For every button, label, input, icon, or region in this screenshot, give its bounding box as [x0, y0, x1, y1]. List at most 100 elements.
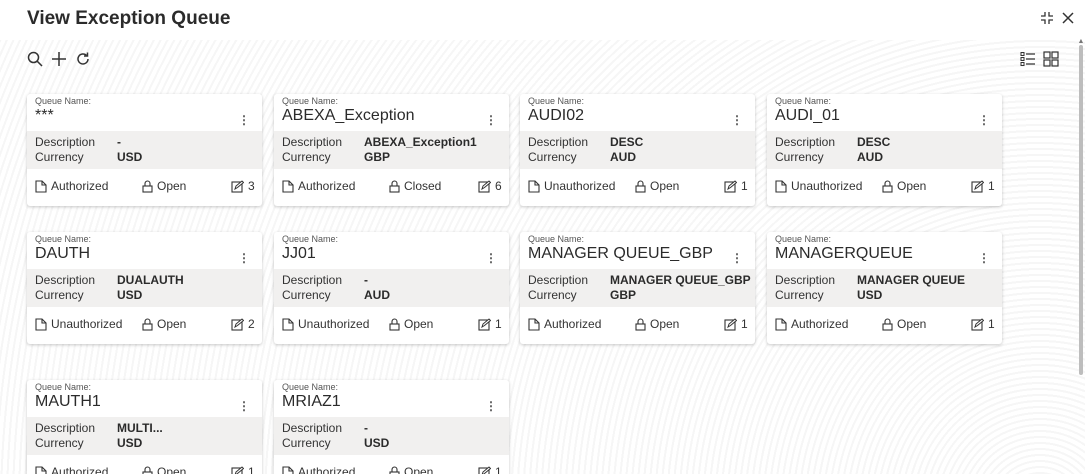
queue-name-value: DAUTH — [35, 245, 91, 262]
document-icon — [528, 317, 540, 331]
card-footer: Authorized Closed 6 — [274, 173, 509, 201]
lock-icon — [389, 317, 400, 331]
more-options-icon[interactable]: ⋮ — [485, 112, 497, 128]
more-options-icon[interactable]: ⋮ — [238, 250, 250, 266]
scrollbar-thumb[interactable] — [1079, 45, 1083, 375]
card-header: Queue Name: JJ01 ⋮ — [274, 232, 509, 269]
card-details: Description - Currency USD — [274, 417, 509, 455]
currency-label: Currency — [35, 150, 84, 164]
currency-label: Currency — [282, 436, 331, 450]
auth-status-text: Authorized — [544, 317, 602, 331]
edit-count-text: 2 — [248, 317, 255, 331]
edit-icon — [478, 465, 491, 474]
description-value: MULTI... — [117, 421, 163, 435]
document-icon — [35, 465, 47, 474]
queue-card[interactable]: Queue Name: MRIAZ1 ⋮ Description - Curren… — [274, 380, 509, 474]
description-label: Description — [775, 273, 836, 287]
edit-count-text: 1 — [248, 465, 255, 474]
edit-count-text: 6 — [495, 179, 502, 193]
lock-status-text: Open — [897, 317, 927, 331]
card-footer: Authorized Open 3 — [27, 173, 262, 201]
queue-name-value: *** — [35, 107, 54, 124]
auth-status-text: Unauthorized — [298, 317, 370, 331]
lock-status: Closed — [389, 179, 441, 193]
currency-value: AUD — [857, 150, 883, 164]
queue-name-value: JJ01 — [282, 245, 316, 262]
lock-status: Open — [635, 179, 679, 193]
queue-name-label: Queue Name: — [528, 234, 585, 244]
edit-count[interactable]: 1 — [971, 317, 995, 331]
more-options-icon[interactable]: ⋮ — [731, 250, 743, 266]
auth-status: Authorized — [775, 317, 848, 331]
lock-icon — [882, 179, 893, 193]
description-value: - — [364, 273, 368, 287]
queue-card[interactable]: Queue Name: MANAGERQUEUE ⋮ Description MA… — [767, 232, 1002, 344]
lock-status: Open — [389, 317, 433, 331]
more-options-icon[interactable]: ⋮ — [485, 250, 497, 266]
edit-count[interactable]: 2 — [231, 317, 255, 331]
lock-status-text: Open — [897, 179, 927, 193]
more-options-icon[interactable]: ⋮ — [238, 112, 250, 128]
tile-view-icon[interactable] — [1040, 48, 1062, 70]
currency-label: Currency — [528, 288, 577, 302]
queue-card[interactable]: Queue Name: MAUTH1 ⋮ Description MULTI...… — [27, 380, 262, 474]
maximize-icon[interactable] — [1037, 8, 1057, 28]
edit-count[interactable]: 1 — [478, 317, 502, 331]
edit-icon — [478, 317, 491, 331]
card-header: Queue Name: ABEXA_Exception ⋮ — [274, 94, 509, 131]
description-value: MANAGER QUEUE — [857, 273, 966, 287]
refresh-icon[interactable] — [72, 48, 94, 70]
more-options-icon[interactable]: ⋮ — [238, 398, 250, 414]
auth-status-text: Authorized — [51, 465, 109, 474]
edit-count[interactable]: 6 — [478, 179, 502, 193]
lock-status: Open — [142, 317, 186, 331]
list-view-icon[interactable] — [1017, 48, 1039, 70]
edit-icon — [971, 317, 984, 331]
currency-value: AUD — [364, 288, 390, 302]
edit-count[interactable]: 1 — [724, 317, 748, 331]
edit-count[interactable]: 1 — [724, 179, 748, 193]
queue-card[interactable]: Queue Name: AUDI02 ⋮ Description DESC Cur… — [520, 94, 755, 206]
queue-card[interactable]: Queue Name: DAUTH ⋮ Description DUALAUTH … — [27, 232, 262, 344]
queue-card[interactable]: Queue Name: *** ⋮ Description - Currency U… — [27, 94, 262, 206]
card-details: Description MANAGER QUEUE Currency USD — [767, 269, 1002, 307]
edit-icon — [231, 179, 244, 193]
add-icon[interactable] — [48, 48, 70, 70]
queue-card[interactable]: Queue Name: MANAGER QUEUE_GBP ⋮ Descript… — [520, 232, 755, 344]
card-footer: Authorized Open 1 — [274, 459, 509, 474]
queue-name-label: Queue Name: — [282, 382, 339, 392]
edit-count[interactable]: 1 — [971, 179, 995, 193]
auth-status-text: Unauthorized — [544, 179, 616, 193]
queue-card[interactable]: Queue Name: AUDI_01 ⋮ Description DESC Cu… — [767, 94, 1002, 206]
lock-status: Open — [142, 179, 186, 193]
queue-name-value: MANAGER QUEUE_GBP — [528, 245, 713, 262]
queue-name-label: Queue Name: — [35, 234, 92, 244]
document-icon — [35, 317, 47, 331]
edit-icon — [478, 179, 491, 193]
lock-icon — [635, 317, 646, 331]
title-bar: View Exception Queue — [0, 0, 1085, 40]
more-options-icon[interactable]: ⋮ — [978, 250, 990, 266]
more-options-icon[interactable]: ⋮ — [731, 112, 743, 128]
currency-label: Currency — [775, 288, 824, 302]
card-details: Description DESC Currency AUD — [520, 131, 755, 169]
more-options-icon[interactable]: ⋮ — [978, 112, 990, 128]
auth-status-text: Authorized — [51, 179, 109, 193]
lock-status-text: Open — [157, 179, 187, 193]
queue-card[interactable]: Queue Name: ABEXA_Exception ⋮ Descriptio… — [274, 94, 509, 206]
queue-name-value: AUDI_01 — [775, 107, 840, 124]
lock-status-text: Open — [157, 465, 187, 474]
edit-count-text: 1 — [495, 465, 502, 474]
queue-card[interactable]: Queue Name: JJ01 ⋮ Description - Currency… — [274, 232, 509, 344]
edit-count[interactable]: 1 — [478, 465, 502, 474]
edit-count[interactable]: 3 — [231, 179, 255, 193]
auth-status-text: Unauthorized — [791, 179, 863, 193]
edit-count[interactable]: 1 — [231, 465, 255, 474]
currency-value: USD — [117, 288, 143, 302]
lock-status-text: Closed — [404, 179, 442, 193]
close-icon[interactable] — [1058, 8, 1078, 28]
more-options-icon[interactable]: ⋮ — [485, 398, 497, 414]
card-header: Queue Name: MANAGERQUEUE ⋮ — [767, 232, 1002, 269]
currency-label: Currency — [282, 288, 331, 302]
search-icon[interactable] — [24, 48, 46, 70]
